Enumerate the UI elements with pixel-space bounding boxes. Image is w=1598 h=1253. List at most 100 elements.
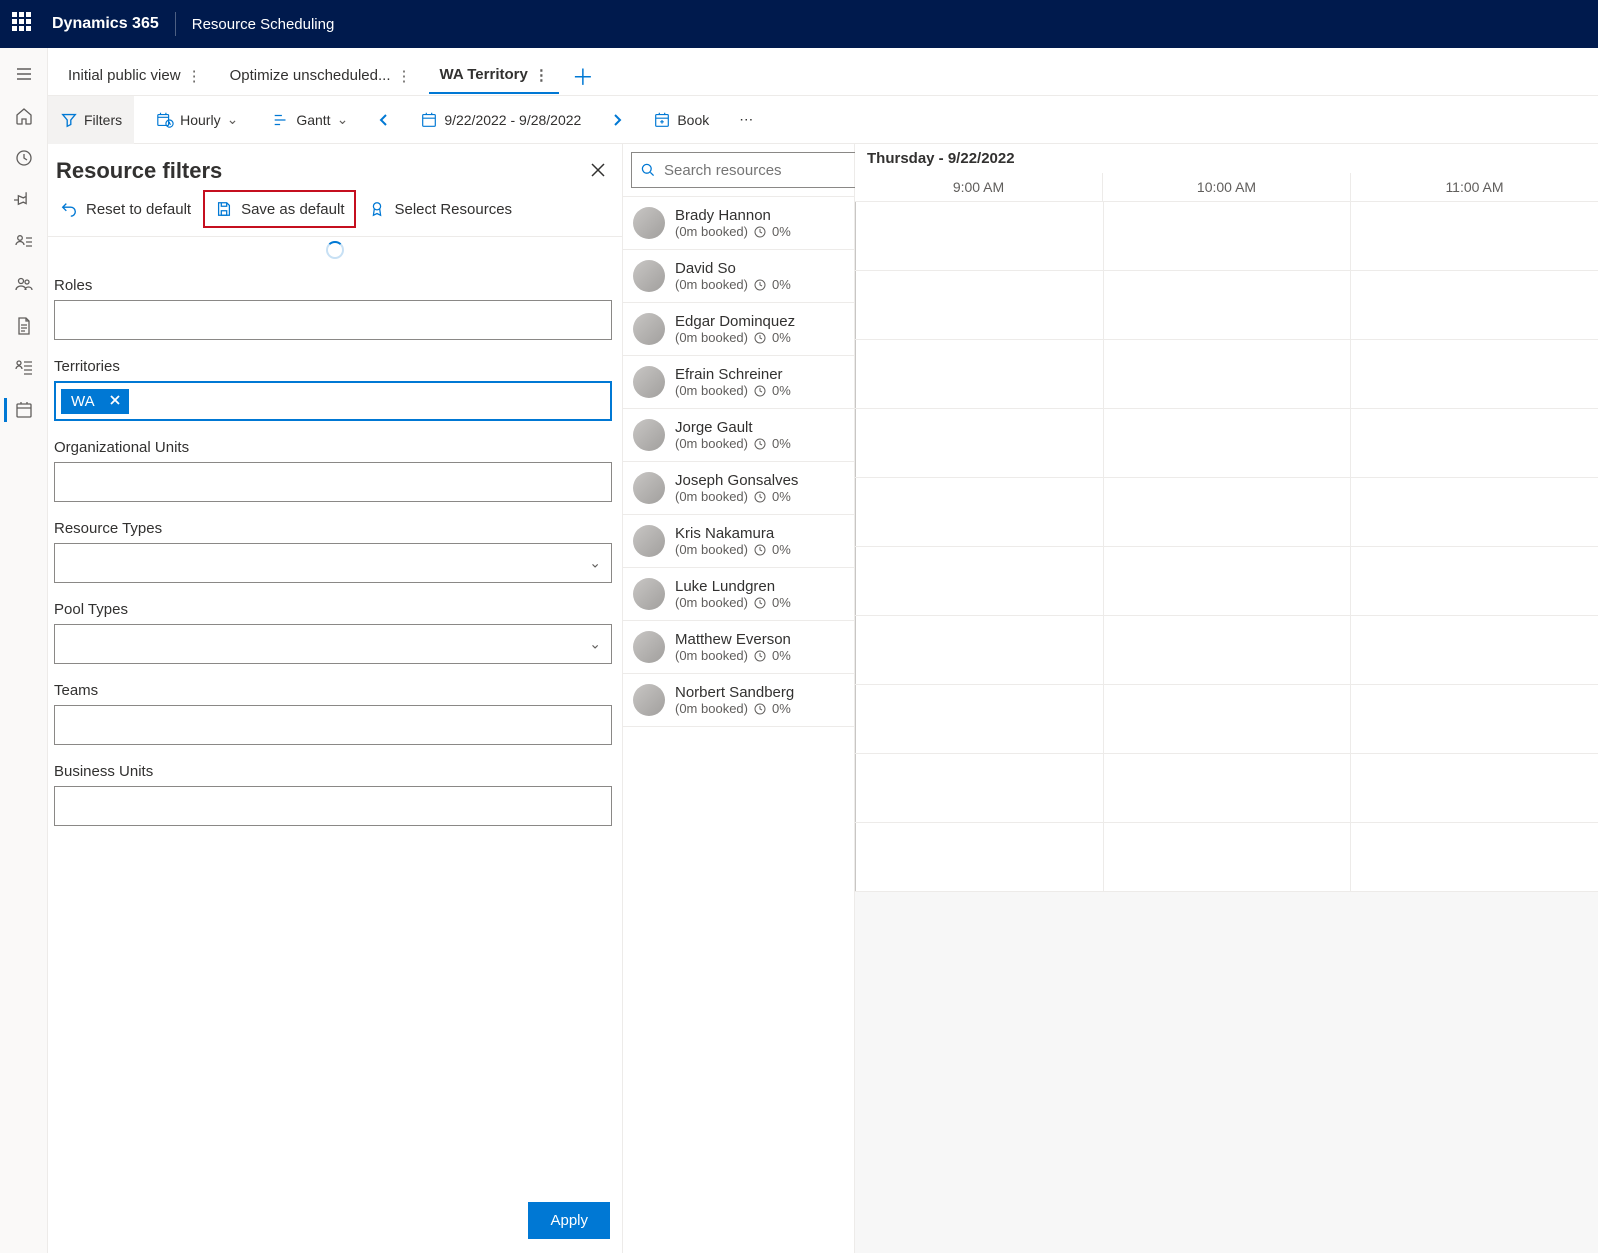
schedule-cell[interactable] (1103, 616, 1351, 684)
schedule-cell[interactable] (1350, 685, 1598, 753)
schedule-cell[interactable] (855, 340, 1103, 408)
resource-row[interactable]: Luke Lundgren (0m booked) 0% (623, 568, 854, 621)
resource-row[interactable]: Brady Hannon (0m booked) 0% (623, 197, 854, 250)
schedule-cell[interactable] (1103, 685, 1351, 753)
schedule-cell[interactable] (855, 754, 1103, 822)
resource-name: Matthew Everson (675, 631, 791, 648)
prev-period-button[interactable] (370, 106, 398, 134)
schedule-board-icon[interactable] (4, 390, 44, 430)
document-icon[interactable] (4, 306, 44, 346)
schedule-cell[interactable] (1350, 340, 1598, 408)
next-period-button[interactable] (603, 106, 631, 134)
menu-toggle-icon[interactable] (4, 54, 44, 94)
schedule-cell[interactable] (1103, 202, 1351, 270)
timescale-dropdown[interactable]: Hourly ⌄ (144, 96, 250, 144)
territories-input[interactable]: WA (54, 381, 612, 421)
avatar (633, 684, 665, 716)
tab-menu-icon[interactable]: ⋮ (534, 66, 549, 84)
schedule-cell[interactable] (1350, 547, 1598, 615)
schedule-cell[interactable] (1103, 547, 1351, 615)
home-icon[interactable] (4, 96, 44, 136)
schedule-row[interactable] (855, 340, 1598, 409)
schedule-cell[interactable] (1103, 823, 1351, 891)
schedule-body[interactable] (855, 202, 1598, 1253)
business-units-input[interactable] (54, 786, 612, 826)
resource-types-select[interactable]: ⌄ (54, 543, 612, 583)
view-type-dropdown[interactable]: Gantt ⌄ (260, 96, 360, 144)
contacts-list-icon[interactable] (4, 348, 44, 388)
schedule-row[interactable] (855, 616, 1598, 685)
roles-input[interactable] (54, 300, 612, 340)
schedule-cell[interactable] (1103, 478, 1351, 546)
more-actions-button[interactable]: ⋯ (731, 96, 761, 144)
schedule-cell[interactable] (855, 202, 1103, 270)
schedule-row[interactable] (855, 823, 1598, 892)
app-launcher-icon[interactable] (12, 12, 36, 36)
schedule-cell[interactable] (1350, 616, 1598, 684)
resource-subtext: (0m booked) 0% (675, 224, 791, 239)
tab-wa-territory[interactable]: WA Territory ⋮ (429, 58, 558, 94)
recent-icon[interactable] (4, 138, 44, 178)
resource-row[interactable]: Jorge Gault (0m booked) 0% (623, 409, 854, 462)
close-filters-button[interactable] (588, 160, 608, 183)
schedule-cell[interactable] (855, 547, 1103, 615)
schedule-cell[interactable] (1350, 823, 1598, 891)
schedule-cell[interactable] (1103, 754, 1351, 822)
pinned-icon[interactable] (4, 180, 44, 220)
resource-row[interactable]: Efrain Schreiner (0m booked) 0% (623, 356, 854, 409)
save-as-default-button[interactable]: Save as default (203, 190, 356, 228)
resource-row[interactable]: Edgar Dominquez (0m booked) 0% (623, 303, 854, 356)
schedule-row[interactable] (855, 409, 1598, 478)
search-input-field[interactable] (664, 162, 863, 179)
schedule-row[interactable] (855, 478, 1598, 547)
date-range-picker[interactable]: 9/22/2022 - 9/28/2022 (408, 96, 593, 144)
schedule-row[interactable] (855, 754, 1598, 823)
resource-row[interactable]: David So (0m booked) 0% (623, 250, 854, 303)
schedule-cell[interactable] (855, 685, 1103, 753)
org-units-input[interactable] (54, 462, 612, 502)
pool-types-select[interactable]: ⌄ (54, 624, 612, 664)
schedule-row[interactable] (855, 685, 1598, 754)
territory-tag: WA (61, 389, 129, 414)
schedule-row[interactable] (855, 547, 1598, 616)
brand-label: Dynamics 365 (52, 15, 159, 33)
reset-to-default-button[interactable]: Reset to default (50, 192, 201, 226)
schedule-cell[interactable] (1103, 409, 1351, 477)
resource-row[interactable]: Matthew Everson (0m booked) 0% (623, 621, 854, 674)
book-button[interactable]: Book (641, 96, 721, 144)
resource-row[interactable]: Kris Nakamura (0m booked) 0% (623, 515, 854, 568)
teams-input[interactable] (54, 705, 612, 745)
schedule-cell[interactable] (855, 478, 1103, 546)
schedule-cell[interactable] (855, 409, 1103, 477)
schedule-cell[interactable] (855, 616, 1103, 684)
tab-menu-icon[interactable]: ⋮ (187, 67, 202, 85)
schedule-cell[interactable] (855, 823, 1103, 891)
people-icon[interactable] (4, 264, 44, 304)
people-list-icon[interactable] (4, 222, 44, 262)
schedule-cell[interactable] (1103, 340, 1351, 408)
search-resources-input[interactable] (631, 152, 872, 188)
select-resources-button[interactable]: Select Resources (358, 192, 522, 226)
clock-icon (754, 597, 766, 609)
resource-row[interactable]: Norbert Sandberg (0m booked) 0% (623, 674, 854, 727)
schedule-cell[interactable] (1350, 478, 1598, 546)
global-navbar: Dynamics 365 Resource Scheduling (0, 0, 1598, 48)
remove-tag-button[interactable] (109, 393, 121, 410)
schedule-cell[interactable] (855, 271, 1103, 339)
apply-button[interactable]: Apply (528, 1202, 610, 1239)
tab-menu-icon[interactable]: ⋮ (396, 67, 411, 85)
schedule-cell[interactable] (1350, 271, 1598, 339)
tab-optimize-unscheduled[interactable]: Optimize unscheduled... ⋮ (220, 59, 422, 93)
tab-label: WA Territory (439, 66, 527, 83)
resource-row[interactable]: Joseph Gonsalves (0m booked) 0% (623, 462, 854, 515)
filters-toggle-button[interactable]: Filters (48, 96, 134, 144)
schedule-cell[interactable] (1350, 202, 1598, 270)
resource-list: Brady Hannon (0m booked) 0% David So (0m… (623, 197, 854, 1253)
schedule-row[interactable] (855, 271, 1598, 340)
schedule-cell[interactable] (1350, 409, 1598, 477)
schedule-cell[interactable] (1103, 271, 1351, 339)
add-tab-button[interactable]: ＋ (567, 60, 599, 92)
schedule-row[interactable] (855, 202, 1598, 271)
schedule-cell[interactable] (1350, 754, 1598, 822)
tab-initial-public-view[interactable]: Initial public view ⋮ (58, 59, 212, 93)
